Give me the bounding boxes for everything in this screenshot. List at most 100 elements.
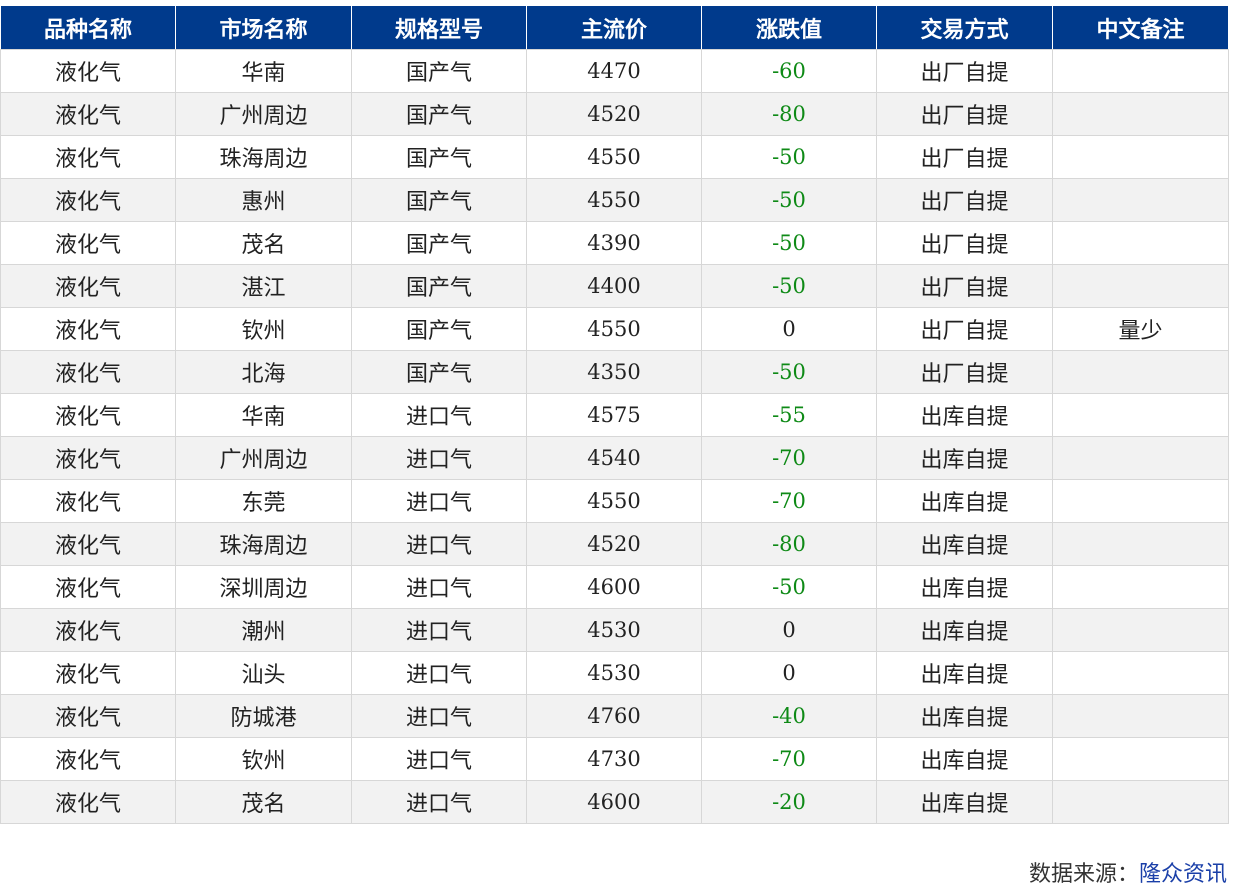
cell-trade-method: 出厂自提: [876, 307, 1053, 351]
table-row: 液化气 茂名 国产气 4390 -50 出厂自提: [0, 221, 1229, 265]
cell-market: 湛江: [175, 264, 352, 308]
price-table-container: 品种名称 市场名称 规格型号 主流价 涨跌值 交易方式 中文备注 液化气 华南 国产气 4470-…: [0, 6, 1229, 824]
cell-spec: 国产气: [351, 92, 527, 136]
cell-spec: 国产气: [351, 49, 527, 93]
cell-price: 4600: [526, 565, 702, 609]
cell-price: 4470: [526, 49, 702, 93]
cell-market: 惠州: [175, 178, 352, 222]
cell-spec: 进口气: [351, 651, 527, 695]
cell-remark: [1052, 694, 1229, 738]
cell-price: 4730: [526, 737, 702, 781]
cell-trade-method: 出库自提: [876, 780, 1053, 824]
price-table: 品种名称 市场名称 规格型号 主流价 涨跌值 交易方式 中文备注 液化气 华南 国产气 4470-…: [0, 6, 1229, 824]
cell-market: 钦州: [175, 307, 352, 351]
cell-trade-method: 出库自提: [876, 608, 1053, 652]
cell-variety: 液化气: [0, 135, 176, 179]
cell-price: 4390: [526, 221, 702, 265]
table-row: 液化气 珠海周边 国产气 4550 -50 出厂自提: [0, 135, 1229, 179]
cell-price: 4540: [526, 436, 702, 480]
cell-change: -40: [701, 694, 877, 738]
cell-trade-method: 出厂自提: [876, 92, 1053, 136]
cell-trade-method: 出库自提: [876, 393, 1053, 437]
cell-change: 0: [701, 608, 877, 652]
table-row: 液化气 珠海周边 进口气 4520 -80 出库自提: [0, 522, 1229, 566]
cell-market: 广州周边: [175, 92, 352, 136]
cell-market: 珠海周边: [175, 135, 352, 179]
header-price: 主流价: [526, 6, 702, 50]
cell-remark: [1052, 565, 1229, 609]
cell-spec: 进口气: [351, 694, 527, 738]
table-row: 液化气 防城港 进口气 4760 -40 出库自提: [0, 694, 1229, 738]
cell-variety: 液化气: [0, 522, 176, 566]
cell-spec: 进口气: [351, 780, 527, 824]
cell-spec: 国产气: [351, 350, 527, 394]
cell-change: 0: [701, 307, 877, 351]
cell-change: -50: [701, 350, 877, 394]
cell-trade-method: 出厂自提: [876, 264, 1053, 308]
cell-remark: [1052, 264, 1229, 308]
cell-change: 0: [701, 651, 877, 695]
cell-variety: 液化气: [0, 264, 176, 308]
cell-spec: 进口气: [351, 608, 527, 652]
cell-trade-method: 出库自提: [876, 436, 1053, 480]
table-row: 液化气 汕头 进口气 4530 0 出库自提: [0, 651, 1229, 695]
cell-price: 4350: [526, 350, 702, 394]
cell-trade-method: 出厂自提: [876, 178, 1053, 222]
cell-remark: [1052, 178, 1229, 222]
source-link[interactable]: 隆众资讯: [1139, 862, 1227, 887]
cell-price: 4550: [526, 479, 702, 523]
table-row: 液化气 北海 国产气 4350 -50 出厂自提: [0, 350, 1229, 394]
cell-market: 北海: [175, 350, 352, 394]
table-row: 液化气 茂名 进口气 4600 -20 出库自提: [0, 780, 1229, 824]
cell-variety: 液化气: [0, 694, 176, 738]
cell-trade-method: 出厂自提: [876, 135, 1053, 179]
source-label: 数据来源：: [1028, 862, 1139, 887]
cell-change: -60: [701, 49, 877, 93]
cell-spec: 进口气: [351, 393, 527, 437]
cell-variety: 液化气: [0, 565, 176, 609]
cell-remark: [1052, 350, 1229, 394]
cell-variety: 液化气: [0, 178, 176, 222]
data-source-note: 数据来源：隆众资讯: [1029, 856, 1227, 888]
cell-market: 防城港: [175, 694, 352, 738]
cell-spec: 国产气: [351, 264, 527, 308]
cell-spec: 进口气: [351, 737, 527, 781]
cell-trade-method: 出库自提: [876, 565, 1053, 609]
cell-remark: [1052, 651, 1229, 695]
cell-variety: 液化气: [0, 780, 176, 824]
cell-market: 东莞: [175, 479, 352, 523]
cell-price: 4530: [526, 651, 702, 695]
cell-change: -50: [701, 565, 877, 609]
cell-spec: 进口气: [351, 565, 527, 609]
cell-price: 4600: [526, 780, 702, 824]
cell-price: 4520: [526, 92, 702, 136]
cell-remark: [1052, 780, 1229, 824]
cell-market: 珠海周边: [175, 522, 352, 566]
table-row: 液化气 东莞 进口气 4550 -70 出库自提: [0, 479, 1229, 523]
table-row: 液化气 华南 国产气 4470 -60 出厂自提: [0, 49, 1229, 93]
cell-remark: [1052, 436, 1229, 480]
cell-trade-method: 出库自提: [876, 522, 1053, 566]
cell-variety: 液化气: [0, 608, 176, 652]
cell-market: 茂名: [175, 221, 352, 265]
cell-spec: 国产气: [351, 307, 527, 351]
cell-variety: 液化气: [0, 92, 176, 136]
table-row: 液化气 广州周边 国产气 4520 -80 出厂自提: [0, 92, 1229, 136]
cell-price: 4520: [526, 522, 702, 566]
cell-trade-method: 出厂自提: [876, 350, 1053, 394]
cell-spec: 进口气: [351, 522, 527, 566]
cell-change: -50: [701, 221, 877, 265]
cell-market: 汕头: [175, 651, 352, 695]
cell-change: -50: [701, 264, 877, 308]
cell-spec: 国产气: [351, 178, 527, 222]
cell-variety: 液化气: [0, 221, 176, 265]
cell-trade-method: 出库自提: [876, 694, 1053, 738]
cell-trade-method: 出库自提: [876, 479, 1053, 523]
cell-trade-method: 出库自提: [876, 651, 1053, 695]
cell-spec: 进口气: [351, 479, 527, 523]
cell-remark: [1052, 49, 1229, 93]
cell-change: -80: [701, 92, 877, 136]
cell-price: 4575: [526, 393, 702, 437]
cell-remark: [1052, 608, 1229, 652]
cell-remark: [1052, 135, 1229, 179]
